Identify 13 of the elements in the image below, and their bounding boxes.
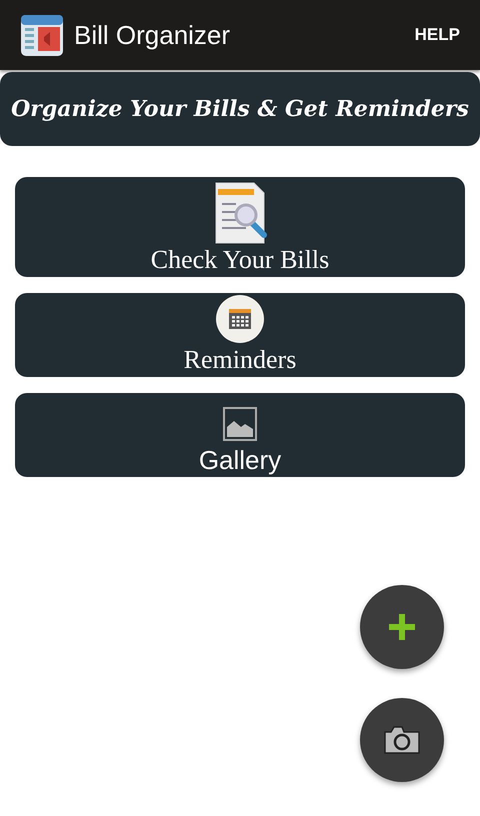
tagline-banner: Organize Your Bills & Get Reminders: [0, 72, 480, 146]
camera-button[interactable]: [360, 698, 444, 782]
menu-button[interactable]: Reminders: [15, 293, 465, 377]
menu-button[interactable]: Check Your Bills: [15, 177, 465, 277]
calendar-icon: [216, 295, 264, 343]
add-button[interactable]: [360, 585, 444, 669]
menu-button[interactable]: Gallery: [15, 393, 465, 477]
calendar-app-icon: [20, 13, 64, 57]
camera-icon: [384, 726, 420, 754]
help-button[interactable]: HELP: [414, 19, 460, 51]
plus-icon: [389, 614, 415, 640]
image-icon: [223, 407, 257, 441]
app-title: Bill Organizer: [74, 20, 232, 50]
